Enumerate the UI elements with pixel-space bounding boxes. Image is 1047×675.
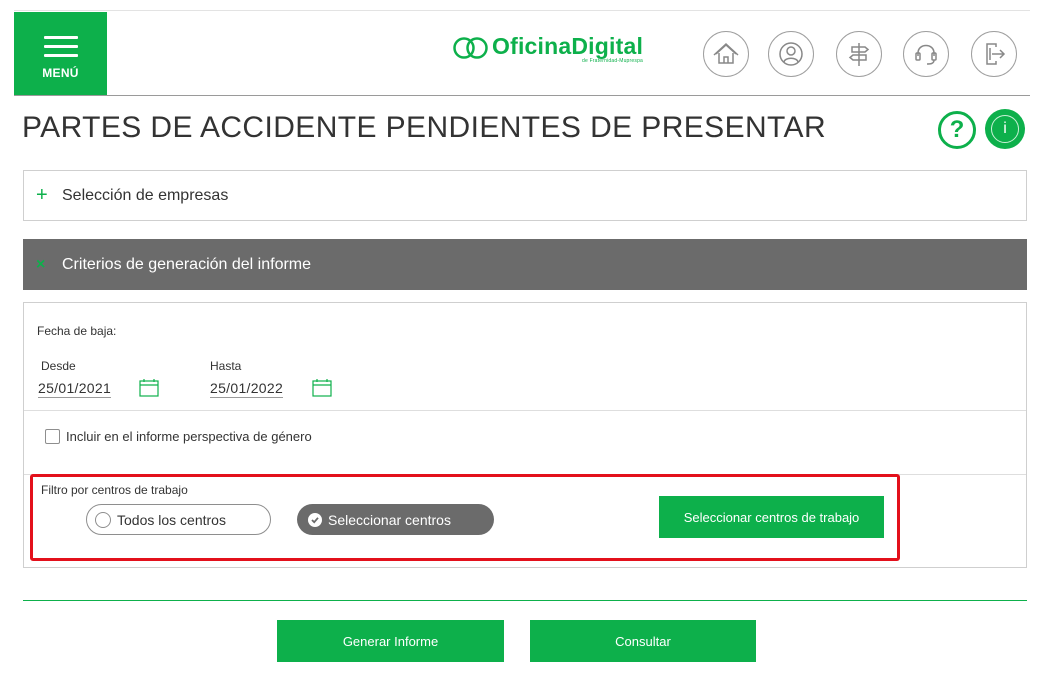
logo[interactable]: OficinaDigital de Fraternidad-Muprespa <box>452 33 643 73</box>
radio-todos-centros[interactable]: Todos los centros <box>86 504 271 535</box>
filtro-centros-group: Filtro por centros de trabajo Todos los … <box>30 474 900 561</box>
user-icon <box>779 42 803 66</box>
section-empresas-toggle[interactable]: + Selección de empresas <box>23 170 1027 221</box>
radio-unchecked-icon <box>95 511 111 528</box>
page-title: PARTES DE ACCIDENTE PENDIENTES DE PRESEN… <box>22 111 827 144</box>
headset-icon <box>915 44 937 65</box>
calendar-icon[interactable] <box>139 378 159 397</box>
genero-checkbox-label[interactable]: Incluir en el informe perspectiva de gén… <box>66 429 312 444</box>
info-icon: i <box>991 115 1019 143</box>
generar-informe-button[interactable]: Generar Informe <box>277 620 504 662</box>
top-border <box>14 10 1030 11</box>
radio-todos-label: Todos los centros <box>117 511 226 528</box>
radio-checked-icon <box>308 512 322 527</box>
hasta-date-input[interactable]: 25/01/2022 <box>210 380 284 398</box>
home-icon <box>713 42 739 64</box>
radio-seleccionar-label: Seleccionar centros <box>328 511 451 528</box>
logo-rings-icon <box>453 37 488 59</box>
logout-icon <box>986 43 1006 65</box>
fecha-baja-label: Fecha de baja: <box>37 324 117 338</box>
genero-checkbox[interactable] <box>45 429 60 444</box>
signpost-icon <box>848 43 870 66</box>
divider <box>24 410 1026 411</box>
guide-button[interactable] <box>836 31 882 77</box>
logout-button[interactable] <box>971 31 1017 77</box>
section-criterios-toggle[interactable]: × Criterios de generación del informe <box>23 239 1027 290</box>
section-criterios-label: Criterios de generación del informe <box>62 255 312 273</box>
calendar-icon[interactable] <box>312 378 332 397</box>
home-button[interactable] <box>703 31 749 77</box>
menu-label: MENÚ <box>42 66 79 80</box>
consultar-button[interactable]: Consultar <box>530 620 756 662</box>
info-button[interactable]: i <box>985 109 1025 149</box>
logo-text: OficinaDigital <box>492 33 644 59</box>
close-icon: × <box>36 255 46 273</box>
support-button[interactable] <box>903 31 949 77</box>
hamburger-icon <box>44 36 78 58</box>
radio-seleccionar-centros[interactable]: Seleccionar centros <box>297 504 494 535</box>
hasta-label: Hasta <box>210 359 242 373</box>
criterios-panel: Fecha de baja: Desde 25/01/2021 Hasta 25… <box>23 302 1027 568</box>
desde-date-input[interactable]: 25/01/2021 <box>38 380 112 398</box>
plus-icon: + <box>36 184 48 206</box>
actions-divider <box>23 600 1027 601</box>
section-empresas-label: Selección de empresas <box>62 186 229 204</box>
filtro-centros-label: Filtro por centros de trabajo <box>41 483 188 497</box>
header-divider <box>14 95 1030 96</box>
profile-button[interactable] <box>768 31 814 77</box>
desde-label: Desde <box>41 359 76 373</box>
seleccionar-centros-button[interactable]: Seleccionar centros de trabajo <box>659 496 884 538</box>
help-button[interactable]: ? <box>938 111 976 149</box>
menu-button[interactable]: MENÚ <box>14 12 107 95</box>
question-icon: ? <box>949 116 965 143</box>
